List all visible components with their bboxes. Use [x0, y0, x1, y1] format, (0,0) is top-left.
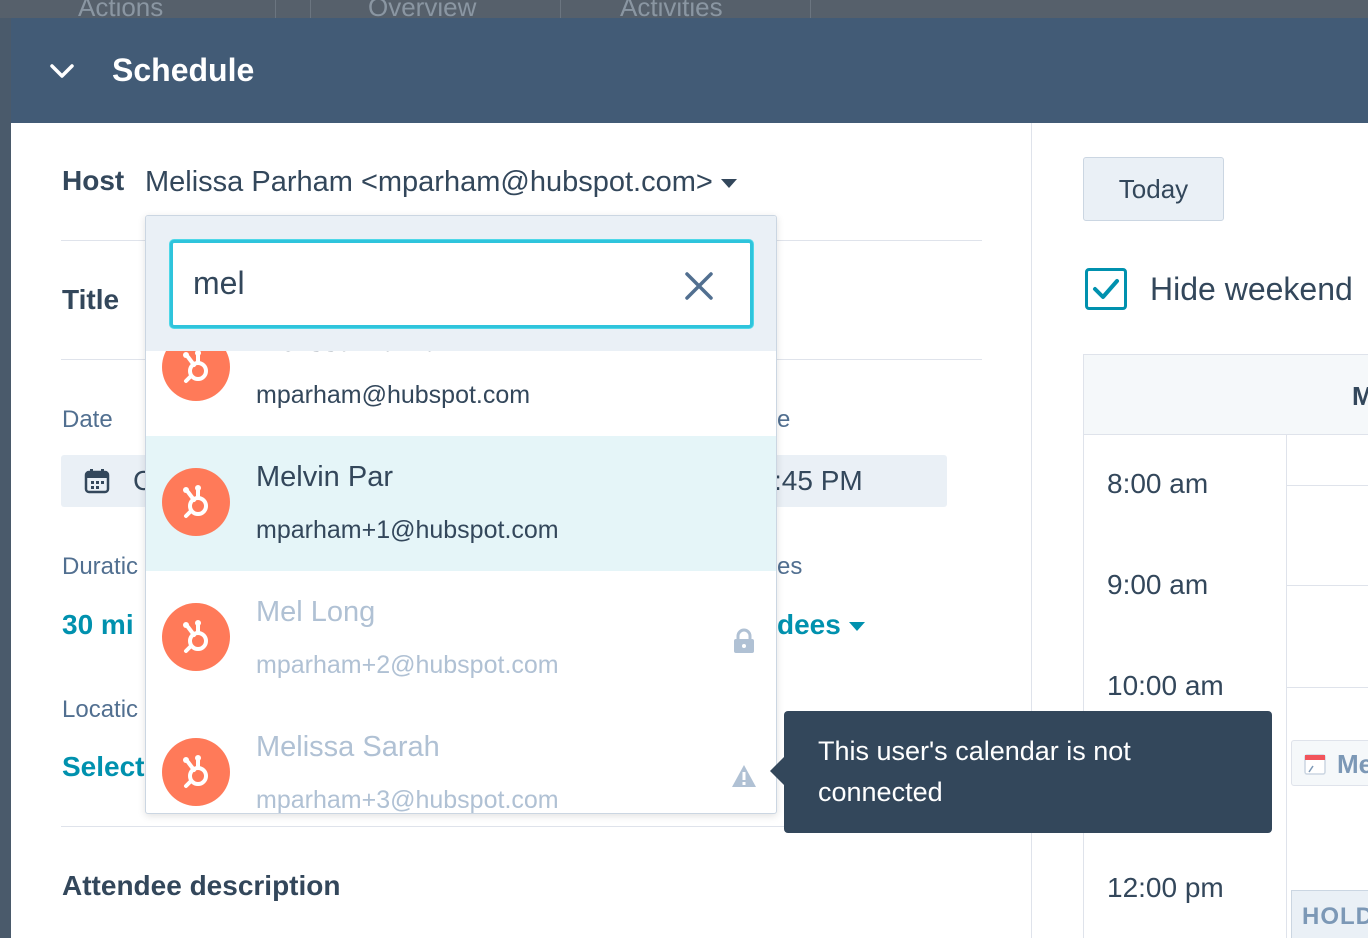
location-select[interactable]: Select — [62, 751, 145, 783]
option-name: Mel Long — [256, 596, 376, 628]
duration-label: Duratic — [62, 553, 139, 580]
time-slot-label: 8:00 am — [1107, 468, 1209, 499]
host-select-value: Melissa Parham <mparham@hubspot.com> — [145, 166, 713, 198]
attendees-label: es — [777, 553, 803, 580]
tab-divider — [810, 0, 811, 18]
hubspot-sprocket-icon — [183, 620, 208, 653]
time-value: :45 PM — [774, 465, 863, 496]
host-select[interactable]: Melissa Parham <mparham@hubspot.com> — [145, 166, 737, 199]
option-name: Melvin Par — [256, 461, 393, 493]
list-item[interactable]: Melissa Sarah mparham+3@hubspot.com — [146, 706, 776, 814]
tab-overview: Overview — [368, 0, 477, 18]
time-slot-label: 9:00 am — [1107, 569, 1209, 600]
hour-line — [1287, 485, 1368, 486]
attendees-select-value: dees — [777, 609, 841, 640]
attendees-select[interactable]: dees — [777, 609, 865, 641]
calendar-not-connected-tooltip: This user's calendar is not connected — [770, 711, 1272, 833]
calendar-day-header: M — [1084, 355, 1368, 435]
option-name: Melissa Sarah — [256, 731, 440, 763]
tab-divider — [310, 0, 311, 18]
time-slot-label: 10:00 am — [1107, 670, 1224, 701]
lock-icon — [734, 628, 754, 653]
search-input[interactable] — [193, 265, 653, 302]
today-button[interactable]: Today — [1083, 157, 1224, 221]
chevron-down-icon[interactable] — [49, 58, 75, 84]
hubspot-sprocket-icon — [183, 755, 208, 788]
caret-down-icon — [848, 622, 865, 632]
attendee-description-label: Attendee description — [62, 870, 341, 901]
hold-slot[interactable]: HOLD — [1291, 890, 1368, 938]
close-icon[interactable] — [683, 270, 715, 302]
dropdown-search-area — [146, 216, 776, 351]
day-header-label: M — [1352, 381, 1368, 411]
search-box[interactable] — [170, 240, 753, 328]
calendar-icon — [84, 469, 110, 494]
hubspot-sprocket-icon — [183, 350, 208, 383]
hour-line — [1287, 585, 1368, 586]
avatar — [162, 738, 230, 806]
location-label: Locatic — [62, 696, 139, 723]
option-email: mparham+3@hubspot.com — [256, 786, 559, 814]
title-label: Title — [62, 284, 120, 315]
date-label: Date — [62, 406, 113, 433]
hide-weekends-checkbox[interactable] — [1085, 268, 1127, 310]
calendar-event[interactable]: Me — [1291, 740, 1368, 786]
caret-down-icon — [720, 178, 737, 188]
option-email: mparham@hubspot.com — [256, 381, 531, 409]
calendar-event-icon — [1304, 754, 1326, 775]
warning-icon — [732, 765, 756, 787]
hubspot-sprocket-icon — [183, 485, 208, 518]
avatar — [162, 468, 230, 536]
calendar-grid: M — [1083, 354, 1368, 938]
time-slot-label: 12:00 pm — [1107, 872, 1224, 903]
option-email: mparham+2@hubspot.com — [256, 651, 559, 679]
avatar — [162, 603, 230, 671]
list-item[interactable]: Melvin Par mparham+1@hubspot.com — [146, 436, 776, 571]
host-label: Host — [62, 165, 125, 196]
background-tab-strip: Actions Overview Activities — [0, 0, 1368, 18]
tab-divider — [560, 0, 561, 18]
option-email: mparham+1@hubspot.com — [256, 516, 559, 544]
tab-activities: Activities — [620, 0, 723, 18]
hold-slot-label: HOLD — [1302, 903, 1368, 930]
tab-actions: Actions — [78, 0, 164, 18]
tab-divider — [275, 0, 276, 18]
list-item[interactable]: Mel Long mparham+2@hubspot.com — [146, 571, 776, 706]
hour-line — [1287, 687, 1368, 688]
modal-header: Schedule — [11, 18, 1368, 123]
time-label: e — [777, 406, 791, 433]
duration-select[interactable]: 30 mi — [62, 609, 134, 641]
checkmark-icon — [1093, 279, 1119, 299]
hide-weekends-label: Hide weekend — [1150, 271, 1353, 307]
modal-title: Schedule — [112, 52, 255, 88]
calendar-event-label: Me — [1337, 749, 1368, 779]
host-dropdown: Melissa Parham mparham@hubspot.com Melvi… — [145, 215, 777, 814]
